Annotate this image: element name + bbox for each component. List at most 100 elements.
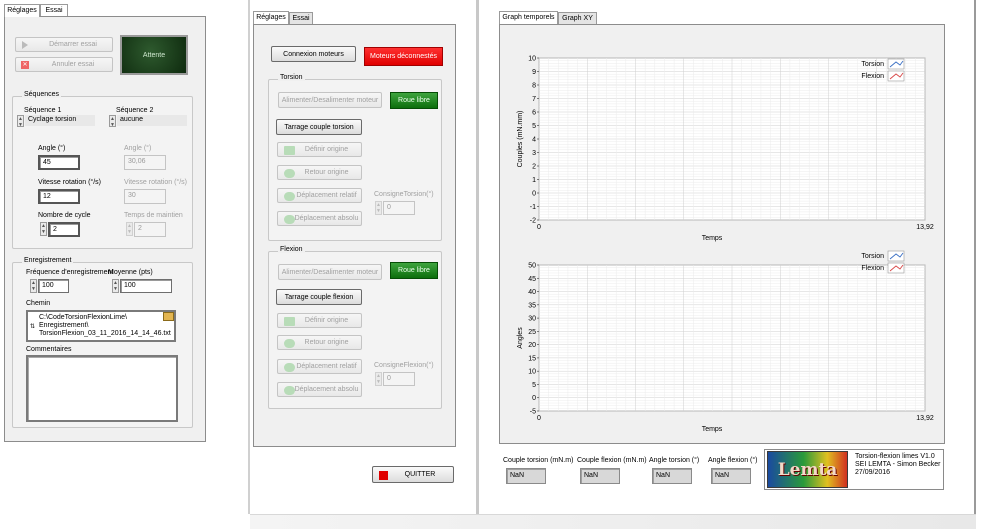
y-tick-label: 10 (528, 369, 536, 376)
flexion-set-origin-button[interactable]: Définir origine (277, 313, 362, 328)
rotate-icon (284, 192, 295, 201)
path-line-2: Enregistrement\ (39, 322, 89, 329)
angle-input[interactable]: 45 (38, 155, 80, 170)
y-tick-label: 0 (532, 395, 536, 402)
average-spinner[interactable]: ▲ ▼ (112, 279, 119, 293)
tab-graph-xy[interactable]: Graph XY (558, 12, 597, 24)
sequence1-value[interactable]: Cyclage torsion (25, 115, 95, 126)
sequence1-label: Séquence 1 (24, 107, 62, 114)
recording-title: Enregistrement (22, 257, 74, 264)
x-tick-label: 0 (537, 224, 541, 231)
y-tick-label: 10 (528, 56, 536, 63)
legend-swatch-0 (887, 58, 905, 70)
y-tick-label: -1 (530, 204, 536, 211)
tab-reglages-left[interactable]: Réglages (4, 4, 40, 17)
sequence2-value[interactable]: aucune (117, 115, 187, 126)
frequency-label: Fréquence d'enregistrement (26, 269, 114, 276)
cycles-spinner[interactable]: ▲ ▼ (40, 222, 47, 236)
angle-label: Angle (°) (38, 145, 66, 152)
sequence1-spinner[interactable]: ▲ ▼ (17, 115, 24, 128)
y-axis-label: Angles (517, 327, 524, 349)
y-tick-label: 20 (528, 342, 536, 349)
hold-time-input: 2 (134, 222, 166, 237)
torsion-absolute-move-label: Déplacement absolu (294, 215, 359, 222)
tab-essai-mid[interactable]: Essai (289, 12, 313, 24)
legend-label: Torsion (861, 61, 884, 68)
torsion-title: Torsion (278, 74, 305, 81)
flexion-title: Flexion (278, 246, 305, 253)
motor-status-indicator: Moteurs déconnestés (364, 47, 443, 66)
cycles-input[interactable]: 2 (48, 222, 80, 237)
connect-motors-button[interactable]: Connexion moteurs (271, 46, 356, 62)
y-tick-label: 25 (528, 329, 536, 336)
return-icon (284, 169, 295, 178)
y-tick-label: -5 (530, 409, 536, 416)
flexion-relative-move-button[interactable]: Déplacement relatif (277, 359, 362, 374)
rotate-icon (284, 386, 295, 395)
cancel-test-button[interactable]: ✕ Annuler essai (15, 57, 113, 72)
average-input[interactable]: 100 (120, 279, 172, 293)
quit-button[interactable]: QUITTER (372, 466, 454, 483)
speed2-label: Vitesse rotation (°/s) (124, 179, 187, 186)
flexion-tare-button[interactable]: Tarrage couple flexion (276, 289, 362, 305)
legend-label: Flexion (861, 73, 884, 80)
y-tick-label: 35 (528, 302, 536, 309)
frequency-input[interactable]: 100 (38, 279, 69, 293)
path-field[interactable]: C:\CodeTorsionFlexionLime\ Enregistremen… (26, 310, 176, 342)
return-icon (284, 339, 295, 348)
start-test-label: Démarrer essai (49, 41, 97, 48)
rotate-icon (284, 363, 295, 372)
sequence2-spinner[interactable]: ▲ ▼ (109, 115, 116, 128)
torsion-power-button[interactable]: Alimenter/Desalimenter moteur (278, 92, 382, 108)
readout-label-3: Angle flexion (°) (708, 457, 758, 464)
tab-essai-left[interactable]: Essai (40, 4, 68, 16)
flexion-return-origin-label: Retour origine (304, 339, 349, 346)
y-tick-label: 5 (532, 123, 536, 130)
readout-value-0: NaN (506, 468, 546, 484)
y-tick-label: 50 (528, 263, 536, 270)
start-test-button[interactable]: Démarrer essai (15, 37, 113, 52)
y-tick-label: 0 (532, 191, 536, 198)
torsion-free-wheel-button[interactable]: Roue libre (390, 92, 438, 109)
cycles-label: Nombre de cycle (38, 212, 91, 219)
flexion-return-origin-button[interactable]: Retour origine (277, 335, 362, 350)
flexion-relative-move-label: Déplacement relatif (296, 363, 357, 370)
tab-reglages-mid[interactable]: Réglages (253, 11, 289, 24)
speed-label: Vitesse rotation (°/s) (38, 179, 101, 186)
readout-value-1: NaN (580, 468, 620, 484)
y-tick-label: 3 (532, 150, 536, 157)
angle2-input: 30,06 (124, 155, 166, 170)
torsion-relative-move-button[interactable]: Déplacement relatif (277, 188, 362, 203)
folder-browse-icon[interactable] (163, 312, 174, 321)
torsion-return-origin-button[interactable]: Retour origine (277, 165, 362, 180)
info-line-1: Torsion-flexion limes V1.0 (855, 453, 935, 460)
x-tick-label: 13,92 (916, 415, 934, 422)
y-tick-label: 9 (532, 69, 536, 76)
torsion-tare-button[interactable]: Tarrage couple torsion (276, 119, 362, 135)
status-led-label: Attente (142, 51, 166, 59)
y-tick-label: 15 (528, 355, 536, 362)
flexion-setpoint-spinner: ▲ ▼ (375, 372, 382, 386)
y-tick-label: 45 (528, 276, 536, 283)
comments-textarea[interactable] (26, 355, 178, 422)
flexion-absolute-move-button[interactable]: Déplacement absolu (277, 382, 362, 397)
cancel-test-label: Annuler essai (51, 61, 95, 68)
tab-graph-temporels[interactable]: Graph temporels (499, 11, 558, 24)
flexion-power-button[interactable]: Alimenter/Desalimenter moteur (278, 264, 382, 280)
torsion-set-origin-button[interactable]: Définir origine (277, 142, 362, 157)
readout-value-2: NaN (652, 468, 692, 484)
legend-swatch-0 (887, 250, 905, 262)
legend-swatch-1 (887, 262, 905, 274)
frequency-spinner[interactable]: ▲ ▼ (30, 279, 37, 293)
torsion-absolute-move-button[interactable]: Déplacement absolu (277, 211, 362, 226)
y-tick-label: 5 (532, 382, 536, 389)
torsion-return-origin-label: Retour origine (304, 169, 349, 176)
flexion-free-wheel-button[interactable]: Roue libre (390, 262, 438, 279)
x-axis-label: Temps (702, 235, 723, 242)
legend-label: Flexion (861, 265, 884, 272)
speed-input[interactable]: 12 (38, 189, 80, 204)
info-line-3: 27/09/2016 (855, 469, 891, 476)
legend-swatch-1 (887, 70, 905, 82)
quit-label: QUITTER (404, 471, 436, 478)
rotate-icon (284, 215, 295, 224)
